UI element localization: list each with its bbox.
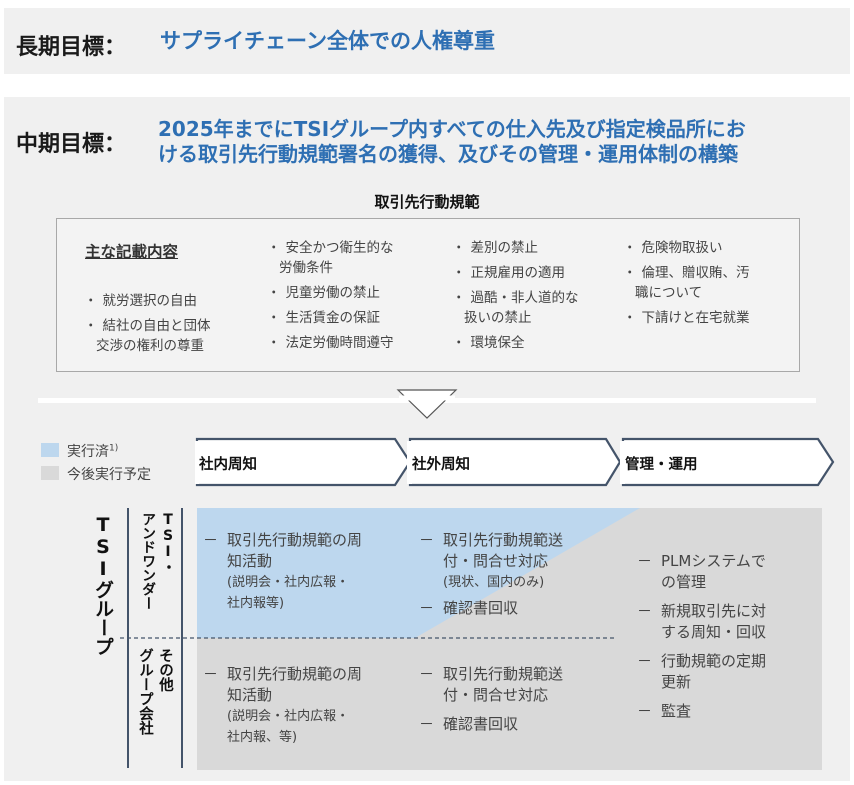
stage-internal: 社内周知 [199,457,257,473]
code-column-4: ・危険物取扱い ・倫理、贈収賄、汚 職について ・下請けと在宅就業 [623,238,793,328]
long-term-goal: サプライチェーン全体での人権尊重 [160,29,495,53]
cell-other-external: －取引先行動規範送 付・問合せ対応 －確認書回収 [419,665,564,733]
code-item: ・正規雇用の適用 [452,265,565,281]
mid-term-goal-line1: 2025年までにTSIグループ内すべての仕入先及び指定検品所にお [158,117,746,141]
code-item: ・児童労働の禁止 [267,285,380,301]
group-tsi: TSIグループ [92,514,114,656]
cell-other-internal: －取引先行動規範の周 知活動 (説明会・社内広報・ 社内報、等) [203,665,363,745]
code-item: ・就労選択の自由 [84,293,197,309]
group-other-a: その他 [157,648,173,692]
code-item: ・生活賃金の保証 [267,310,380,326]
stage-external: 社外周知 [412,457,470,473]
code-item: ・差別の禁止 [452,240,538,256]
code-item-cont: 職について [635,285,703,301]
code-item-cont: 交渉の権利の尊重 [96,338,204,354]
code-column-1: ・就労選択の自由 ・結社の自由と団体 交渉の権利の尊重 [84,291,254,356]
cell-tsi-internal: －取引先行動規範の周 知活動 (説明会・社内広報・ 社内報等) [203,531,363,611]
code-item: ・結社の自由と団体 [84,318,211,334]
code-item: ・環境保全 [452,335,525,351]
code-item: ・下請けと在宅就業 [623,310,750,326]
group-tsi-andwander-b: アンドワンダー [140,512,156,610]
mid-term-label: 中期目標： [16,132,127,157]
stage-management: 管理・運用 [625,457,698,473]
code-item: ・危険物取扱い [623,240,723,256]
long-term-label: 長期目標： [16,35,127,60]
code-item: ・法定労働時間遵守 [267,335,394,351]
cell-management: － PLMシステムで の管理 －新規取引先に対 する周知・回収 －行動規範の定期 … [637,552,767,720]
code-column-2: ・安全かつ衛生的な 労働条件 ・児童労働の禁止 ・生活賃金の保証 ・法定労働時間… [267,238,447,353]
group-tsi-andwander-a: TSI・ [160,512,176,574]
code-column-3: ・差別の禁止 ・正規雇用の適用 ・過酷・非人道的な 扱いの禁止 ・環境保全 [452,238,622,353]
code-item: ・安全かつ衛生的な [267,240,394,256]
code-title: 取引先行動規範 [374,193,480,211]
main-contents-label: 主な記載内容 [85,243,179,261]
mid-term-goal-line2: ける取引先行動規範署名の獲得、及びその管理・運用体制の構築 [158,142,738,166]
code-item: ・倫理、贈収賄、汚 [623,265,750,281]
code-item-cont: 労働条件 [279,260,333,276]
cell-tsi-external: －取引先行動規範送 付・問合せ対応 (現状、国内のみ) －確認書回収 [419,531,564,617]
code-item: ・過酷・非人道的な [452,290,579,306]
code-item-cont: 扱いの禁止 [464,310,532,326]
down-arrow-icon [38,389,816,419]
group-other-b: グループ会社 [137,648,153,735]
